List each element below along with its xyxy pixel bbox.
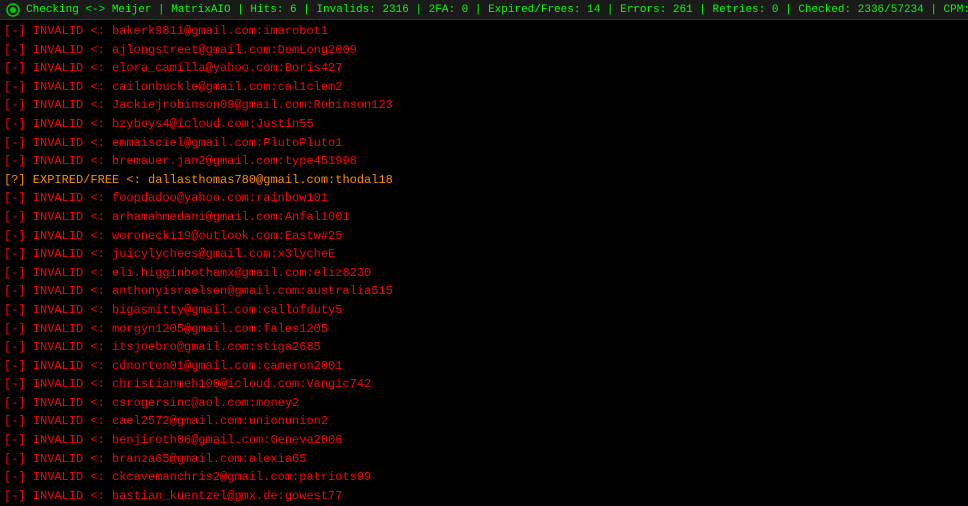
app-icon	[6, 3, 20, 17]
list-item: [-] INVALID <: bigasmitty@gmail.com:call…	[4, 301, 964, 320]
list-item: [-] INVALID <: Jackiejrobinson09@gmail.c…	[4, 96, 964, 115]
list-item: [-] INVALID <: cdnorton01@gmail.com:came…	[4, 357, 964, 376]
list-item: [-] INVALID <: anthonyisraelsen@gmail.co…	[4, 282, 964, 301]
list-item: [-] INVALID <: bzyboys4@icloud.com:Justi…	[4, 115, 964, 134]
list-item: [?] EXPIRED/FREE <: dallasthomas780@gmai…	[4, 171, 964, 190]
list-item: [-] INVALID <: benjiroth06@gmail.com:Gen…	[4, 431, 964, 450]
list-item: [-] INVALID <: bremauer.jan2@gmail.com:t…	[4, 152, 964, 171]
titlebar-text: Checking <-> Meijer | MatrixAIO | Hits: …	[26, 4, 968, 16]
list-item: [-] INVALID <: christianmeh100@icloud.co…	[4, 375, 964, 394]
list-item: [-] INVALID <: itsjoebro@gmail.com:stiga…	[4, 338, 964, 357]
list-item: [-] INVALID <: emmaisciel@gmail.com:Plut…	[4, 134, 964, 153]
list-item: [-] INVALID <: ckcavemanchris2@gmail.com…	[4, 468, 964, 487]
titlebar-left: Checking <-> Meijer | MatrixAIO | Hits: …	[6, 3, 968, 17]
titlebar: Checking <-> Meijer | MatrixAIO | Hits: …	[0, 0, 968, 20]
list-item: [-] INVALID <: arhamahmedani@gmail.com:A…	[4, 208, 964, 227]
list-item: [-] INVALID <: cailonbuckle@gmail.com:ca…	[4, 78, 964, 97]
list-item: [-] INVALID <: ajlongstreet@gmail.com:Do…	[4, 41, 964, 60]
list-item: [-] INVALID <: foopdadoo@yahoo.com:rainb…	[4, 189, 964, 208]
list-item: [-] INVALID <: bakerk9811@gmail.com:imar…	[4, 22, 964, 41]
list-item: [-] INVALID <: woronecki19@outlook.com:E…	[4, 227, 964, 246]
log-area: [-] INVALID <: bakerk9811@gmail.com:imar…	[0, 20, 968, 506]
list-item: [-] INVALID <: morgyn1205@gmail.com:fale…	[4, 320, 964, 339]
list-item: [-] INVALID <: cael2572@gmail.com:unionu…	[4, 412, 964, 431]
list-item: [-] INVALID <: juicylychees@gmail.com:x3…	[4, 245, 964, 264]
list-item: [-] INVALID <: branza65@gmail.com:alexia…	[4, 450, 964, 469]
list-item: [-] INVALID <: bastian_kuentzel@gmx.de:g…	[4, 487, 964, 506]
list-item: [-] INVALID <: csrogersinc@aol.com:money…	[4, 394, 964, 413]
list-item: [-] INVALID <: elora_camilla@yahoo.com:B…	[4, 59, 964, 78]
list-item: [-] INVALID <: eli.higginbothamx@gmail.c…	[4, 264, 964, 283]
